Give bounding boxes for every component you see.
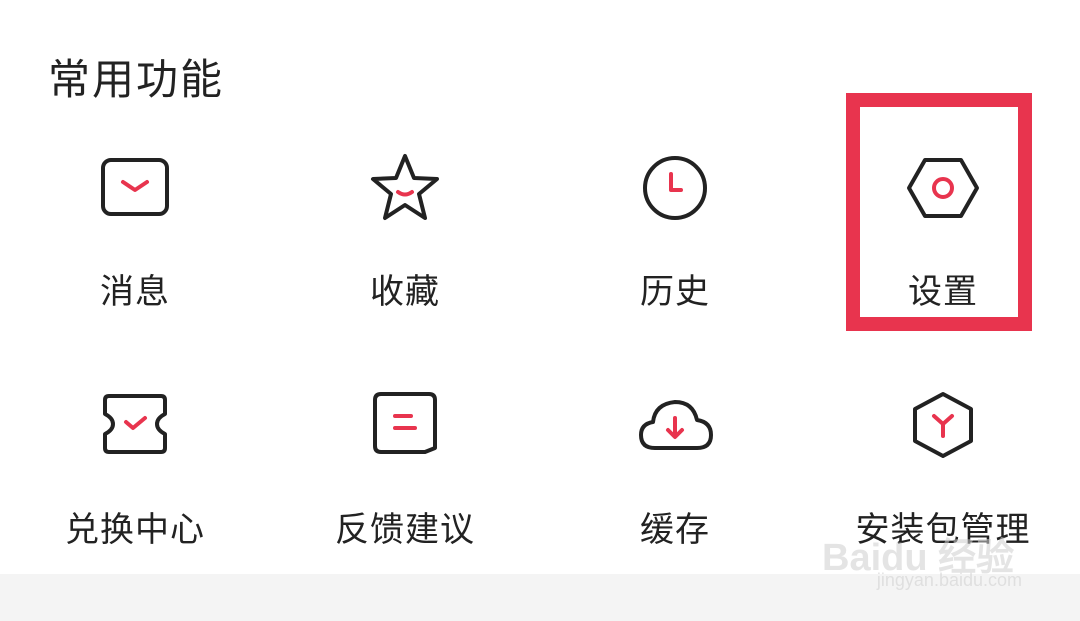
tile-label: 反馈建议 [335, 510, 475, 550]
watermark: Baidu 经验 jingyan.baidu.com [822, 526, 1022, 598]
feedback-icon [373, 392, 437, 454]
tile-label: 设置 [908, 272, 978, 312]
tile-cache[interactable]: 缓存 [550, 388, 800, 588]
tile-label: 缓存 [640, 510, 710, 550]
star-icon [371, 154, 439, 220]
tile-label: 历史 [640, 272, 710, 312]
tile-settings[interactable]: 设置 [818, 150, 1068, 350]
tile-label: 消息 [100, 272, 170, 312]
tile-redeem-center[interactable]: 兑换中心 [10, 388, 260, 588]
tile-history[interactable]: 历史 [550, 150, 800, 350]
message-icon [101, 158, 169, 216]
page-title: 常用功能 [48, 55, 225, 104]
clock-icon [643, 156, 707, 220]
cloud-download-icon [639, 400, 713, 450]
tile-label: 收藏 [370, 272, 440, 312]
tile-feedback[interactable]: 反馈建议 [280, 388, 530, 588]
package-icon [913, 392, 973, 458]
watermark-url: jingyan.baidu.com [876, 570, 1022, 590]
ticket-icon [103, 394, 167, 454]
tile-label: 兑换中心 [65, 510, 205, 550]
tile-favorites[interactable]: 收藏 [280, 150, 530, 350]
tile-message[interactable]: 消息 [10, 150, 260, 350]
settings-hexagon-icon [907, 158, 979, 218]
